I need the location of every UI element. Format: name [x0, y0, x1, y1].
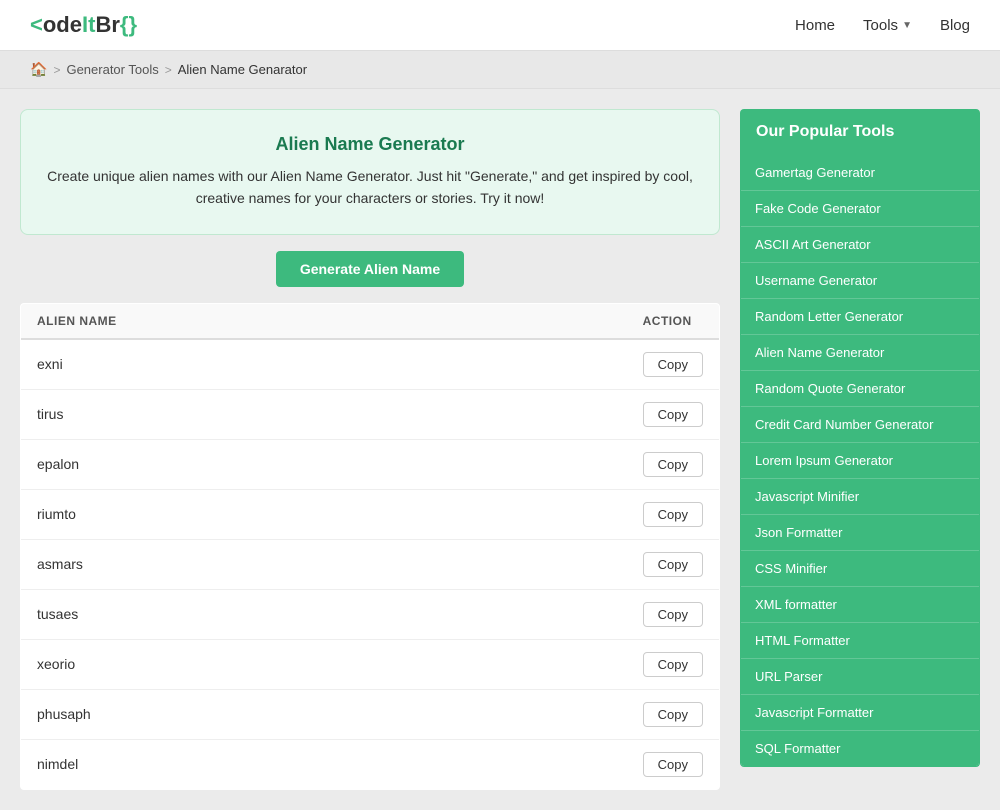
copy-cell: Copy: [627, 339, 720, 390]
sidebar: Our Popular Tools Gamertag GeneratorFake…: [740, 109, 980, 767]
sidebar-item-0[interactable]: Gamertag Generator: [741, 155, 979, 191]
copy-button[interactable]: Copy: [643, 402, 703, 427]
alien-name-cell: exni: [21, 339, 627, 390]
alien-name-cell: epalon: [21, 439, 627, 489]
table-body: exni Copy tirus Copy epalon Copy riumto …: [21, 339, 720, 790]
nav-blog[interactable]: Blog: [940, 17, 970, 34]
alien-name-cell: xeorio: [21, 639, 627, 689]
table-row: exni Copy: [21, 339, 720, 390]
table-row: xeorio Copy: [21, 639, 720, 689]
breadcrumb-current: Alien Name Genarator: [178, 62, 307, 77]
main-layout: Alien Name Generator Create unique alien…: [0, 89, 1000, 810]
alien-name-cell: riumto: [21, 489, 627, 539]
copy-cell: Copy: [627, 389, 720, 439]
generate-button-wrapper: Generate Alien Name: [20, 251, 720, 287]
col-header-name: ALIEN NAME: [21, 303, 627, 339]
copy-button[interactable]: Copy: [643, 702, 703, 727]
alien-name-cell: nimdel: [21, 739, 627, 789]
sidebar-item-4[interactable]: Random Letter Generator: [741, 299, 979, 335]
hero-box: Alien Name Generator Create unique alien…: [20, 109, 720, 235]
sidebar-item-8[interactable]: Lorem Ipsum Generator: [741, 443, 979, 479]
copy-cell: Copy: [627, 639, 720, 689]
table-row: asmars Copy: [21, 539, 720, 589]
table-row: tirus Copy: [21, 389, 720, 439]
sidebar-item-9[interactable]: Javascript Minifier: [741, 479, 979, 515]
nav-tools-dropdown[interactable]: Tools ▼: [863, 17, 912, 34]
hero-description: Create unique alien names with our Alien…: [41, 165, 699, 210]
alien-name-cell: tirus: [21, 389, 627, 439]
copy-cell: Copy: [627, 489, 720, 539]
main-nav: Home Tools ▼ Blog: [795, 17, 970, 34]
col-header-action: ACTION: [627, 303, 720, 339]
sidebar-item-15[interactable]: Javascript Formatter: [741, 695, 979, 731]
logo-br: Br: [95, 12, 119, 38]
copy-button[interactable]: Copy: [643, 552, 703, 577]
sidebar-item-12[interactable]: XML formatter: [741, 587, 979, 623]
sidebar-item-5[interactable]: Alien Name Generator: [741, 335, 979, 371]
copy-button[interactable]: Copy: [643, 752, 703, 777]
table-row: tusaes Copy: [21, 589, 720, 639]
alien-name-cell: asmars: [21, 539, 627, 589]
breadcrumb-separator-2: >: [165, 63, 172, 77]
copy-cell: Copy: [627, 439, 720, 489]
copy-cell: Copy: [627, 689, 720, 739]
nav-tools-label: Tools: [863, 17, 898, 34]
logo-lt-bracket: <: [30, 12, 43, 38]
chevron-down-icon: ▼: [902, 20, 912, 31]
logo-it: It: [82, 12, 95, 38]
sidebar-item-16[interactable]: SQL Formatter: [741, 731, 979, 766]
logo-ode: ode: [43, 12, 82, 38]
generate-button[interactable]: Generate Alien Name: [276, 251, 464, 287]
sidebar-item-11[interactable]: CSS Minifier: [741, 551, 979, 587]
breadcrumb-separator-1: >: [53, 63, 60, 77]
hero-title: Alien Name Generator: [41, 134, 699, 155]
alien-names-table: ALIEN NAME ACTION exni Copy tirus Copy e…: [20, 303, 720, 790]
sidebar-item-1[interactable]: Fake Code Generator: [741, 191, 979, 227]
content-area: Alien Name Generator Create unique alien…: [20, 109, 720, 790]
sidebar-item-14[interactable]: URL Parser: [741, 659, 979, 695]
table-row: riumto Copy: [21, 489, 720, 539]
copy-cell: Copy: [627, 589, 720, 639]
table-row: nimdel Copy: [21, 739, 720, 789]
sidebar-item-3[interactable]: Username Generator: [741, 263, 979, 299]
copy-cell: Copy: [627, 739, 720, 789]
home-icon[interactable]: 🏠: [30, 61, 47, 78]
alien-name-cell: phusaph: [21, 689, 627, 739]
sidebar-item-7[interactable]: Credit Card Number Generator: [741, 407, 979, 443]
logo: <ode It Br{}: [30, 12, 137, 38]
copy-button[interactable]: Copy: [643, 602, 703, 627]
logo-braces: {}: [120, 12, 137, 38]
table-row: epalon Copy: [21, 439, 720, 489]
sidebar-title: Our Popular Tools: [740, 109, 980, 155]
copy-button[interactable]: Copy: [643, 452, 703, 477]
header: <ode It Br{} Home Tools ▼ Blog: [0, 0, 1000, 51]
sidebar-item-13[interactable]: HTML Formatter: [741, 623, 979, 659]
sidebar-item-2[interactable]: ASCII Art Generator: [741, 227, 979, 263]
table-row: phusaph Copy: [21, 689, 720, 739]
sidebar-item-6[interactable]: Random Quote Generator: [741, 371, 979, 407]
table-header-row: ALIEN NAME ACTION: [21, 303, 720, 339]
copy-button[interactable]: Copy: [643, 652, 703, 677]
alien-name-cell: tusaes: [21, 589, 627, 639]
breadcrumb: 🏠 > Generator Tools > Alien Name Genarat…: [0, 51, 1000, 89]
copy-button[interactable]: Copy: [643, 352, 703, 377]
copy-cell: Copy: [627, 539, 720, 589]
sidebar-item-10[interactable]: Json Formatter: [741, 515, 979, 551]
nav-home[interactable]: Home: [795, 17, 835, 34]
sidebar-list: Gamertag GeneratorFake Code GeneratorASC…: [740, 155, 980, 767]
breadcrumb-link-generator-tools[interactable]: Generator Tools: [66, 62, 158, 77]
copy-button[interactable]: Copy: [643, 502, 703, 527]
